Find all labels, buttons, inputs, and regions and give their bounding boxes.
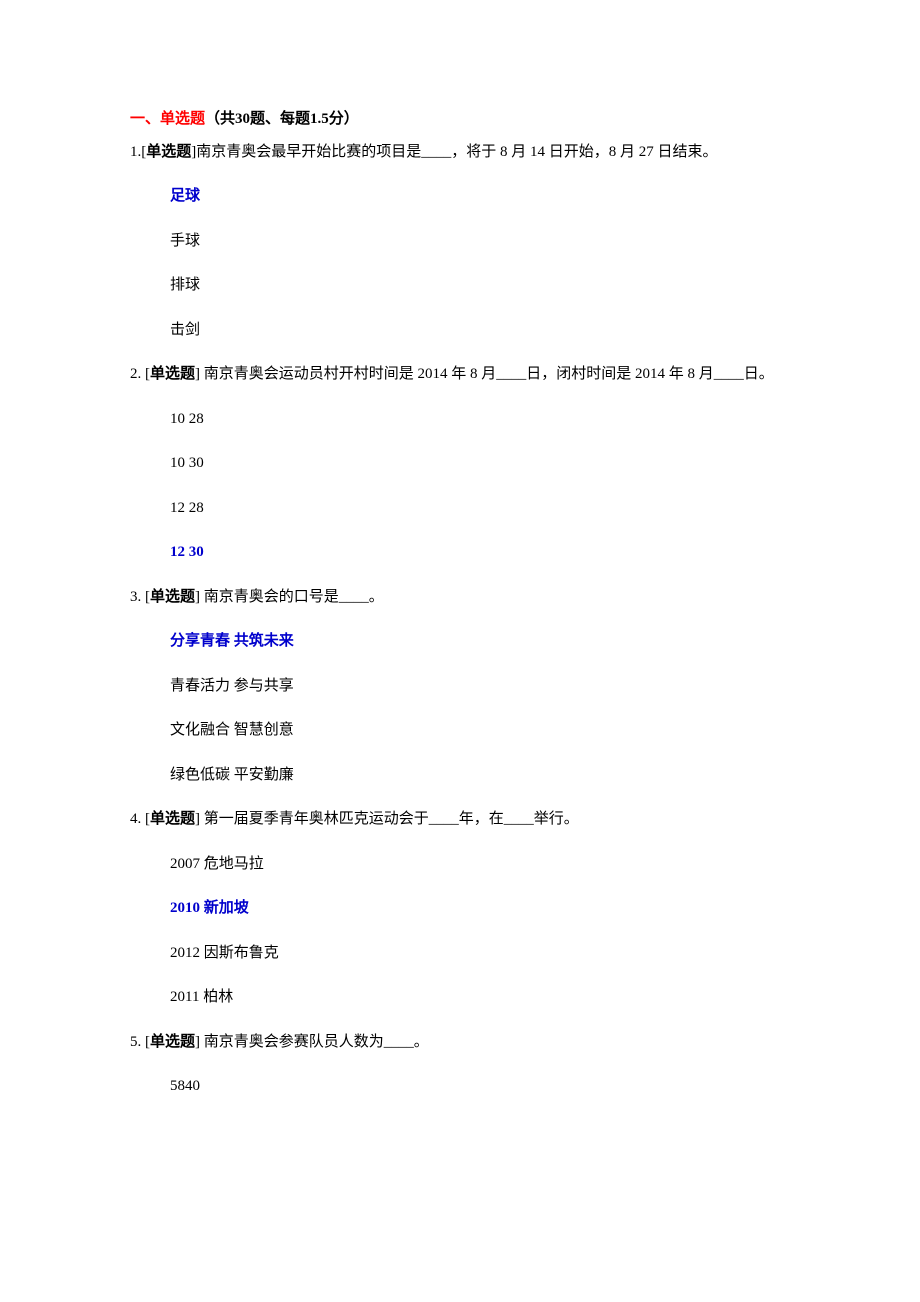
- bracket-open: [: [141, 366, 150, 382]
- bracket-close: ]: [195, 1034, 204, 1050]
- bracket-open: [: [141, 811, 150, 827]
- question-type: 单选题: [146, 144, 191, 160]
- option: 2011 柏林: [170, 986, 790, 1009]
- question-number: 4.: [130, 811, 141, 827]
- bracket-close: ]: [195, 366, 204, 382]
- section-count: （共30题、每题1.5分）: [205, 111, 359, 127]
- bracket-open: [: [141, 589, 150, 605]
- question-stem: 南京青奥会最早开始比赛的项目是____，将于 8 月 14 日开始，8 月 27…: [196, 144, 717, 160]
- section-header: 一、单选题（共30题、每题1.5分）: [130, 108, 790, 131]
- section-number: 一、: [130, 111, 160, 127]
- option: 绿色低碳 平安勤廉: [170, 764, 790, 787]
- bracket-close: ]: [195, 589, 204, 605]
- question-4-options: 2007 危地马拉 2010 新加坡 2012 因斯布鲁克 2011 柏林: [130, 853, 790, 1009]
- question-type: 单选题: [150, 811, 195, 827]
- option: 分享青春 共筑未来: [170, 630, 790, 653]
- question-number: 2.: [130, 366, 141, 382]
- question-3-options: 分享青春 共筑未来 青春活力 参与共享 文化融合 智慧创意 绿色低碳 平安勤廉: [130, 630, 790, 786]
- document-page: 一、单选题（共30题、每题1.5分） 1.[单选题]南京青奥会最早开始比赛的项目…: [0, 0, 920, 1302]
- question-stem: 南京青奥会的口号是____。: [204, 589, 384, 605]
- option: 击剑: [170, 319, 790, 342]
- question-type: 单选题: [150, 1034, 195, 1050]
- option: 排球: [170, 274, 790, 297]
- option: 10 30: [170, 452, 790, 475]
- option: 文化融合 智慧创意: [170, 719, 790, 742]
- option: 12 28: [170, 497, 790, 520]
- question-5: 5. [单选题] 南京青奥会参赛队员人数为____。: [130, 1031, 790, 1054]
- option: 青春活力 参与共享: [170, 675, 790, 698]
- bracket-close: ]: [195, 811, 204, 827]
- question-2: 2. [单选题] 南京青奥会运动员村开村时间是 2014 年 8 月____日，…: [130, 363, 790, 386]
- question-5-options: 5840: [130, 1075, 790, 1098]
- option: 足球: [170, 185, 790, 208]
- option: 2012 因斯布鲁克: [170, 942, 790, 965]
- option: 2007 危地马拉: [170, 853, 790, 876]
- option: 手球: [170, 230, 790, 253]
- question-1-options: 足球 手球 排球 击剑: [130, 185, 790, 341]
- option: 12 30: [170, 541, 790, 564]
- question-2-options: 10 28 10 30 12 28 12 30: [130, 408, 790, 564]
- question-type: 单选题: [150, 589, 195, 605]
- option: 5840: [170, 1075, 790, 1098]
- section-title: 单选题: [160, 111, 205, 127]
- question-number: 1.: [130, 144, 141, 160]
- question-stem: 第一届夏季青年奥林匹克运动会于____年，在____举行。: [204, 811, 579, 827]
- option: 2010 新加坡: [170, 897, 790, 920]
- question-stem: 南京青奥会参赛队员人数为____。: [204, 1034, 429, 1050]
- question-3: 3. [单选题] 南京青奥会的口号是____。: [130, 586, 790, 609]
- question-number: 5.: [130, 1034, 141, 1050]
- question-type: 单选题: [150, 366, 195, 382]
- question-1: 1.[单选题]南京青奥会最早开始比赛的项目是____，将于 8 月 14 日开始…: [130, 141, 790, 164]
- question-number: 3.: [130, 589, 141, 605]
- option: 10 28: [170, 408, 790, 431]
- question-4: 4. [单选题] 第一届夏季青年奥林匹克运动会于____年，在____举行。: [130, 808, 790, 831]
- question-stem: 南京青奥会运动员村开村时间是 2014 年 8 月____日，闭村时间是 201…: [204, 366, 774, 382]
- bracket-open: [: [141, 1034, 150, 1050]
